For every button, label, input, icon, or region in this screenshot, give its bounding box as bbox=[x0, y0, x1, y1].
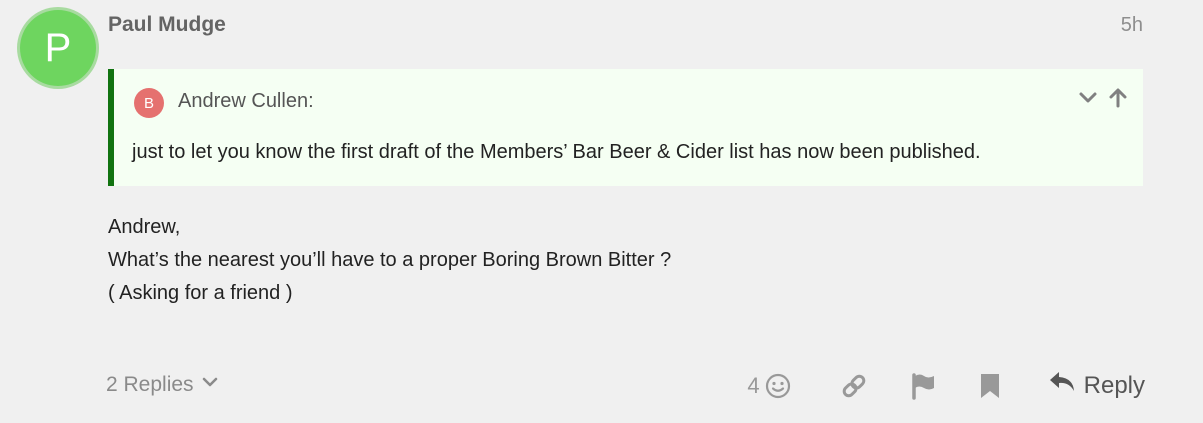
smile-icon[interactable] bbox=[765, 373, 791, 399]
author-name[interactable]: Paul Mudge bbox=[108, 13, 226, 37]
like-count[interactable]: 4 bbox=[747, 373, 759, 399]
post-body-line: What’s the nearest you’ll have to a prop… bbox=[108, 249, 672, 271]
post-age[interactable]: 5h bbox=[1121, 14, 1143, 37]
post-actions: 4 Reply bbox=[747, 370, 1145, 401]
quote-block: B Andrew Cullen: just to let you know th… bbox=[108, 69, 1143, 186]
reply-icon bbox=[1048, 370, 1076, 401]
replies-toggle[interactable]: 2 Replies bbox=[106, 373, 219, 397]
post-body-line: Andrew, bbox=[108, 216, 181, 238]
post-body: Andrew, What’s the nearest you’ll have t… bbox=[108, 211, 671, 310]
avatar-letter: P bbox=[44, 26, 72, 70]
bookmark-icon[interactable] bbox=[978, 372, 1002, 400]
replies-label: 2 Replies bbox=[106, 373, 194, 396]
author-avatar[interactable]: P bbox=[20, 10, 96, 86]
reply-label: Reply bbox=[1083, 371, 1145, 399]
quote-avatar-letter: B bbox=[143, 94, 154, 112]
quote-controls bbox=[1077, 87, 1129, 109]
flag-icon[interactable] bbox=[909, 372, 937, 400]
quote-avatar[interactable]: B bbox=[134, 88, 164, 118]
quote-text: just to let you know the first draft of … bbox=[132, 141, 981, 163]
chevron-down-icon[interactable] bbox=[1077, 87, 1099, 109]
quote-author: Andrew Cullen: bbox=[178, 90, 314, 112]
post-body-line: ( Asking for a friend ) bbox=[108, 282, 293, 304]
arrow-up-icon[interactable] bbox=[1107, 87, 1129, 109]
chevron-down-icon bbox=[201, 373, 219, 397]
link-icon[interactable] bbox=[840, 372, 868, 400]
reply-button[interactable]: Reply bbox=[1048, 370, 1145, 401]
